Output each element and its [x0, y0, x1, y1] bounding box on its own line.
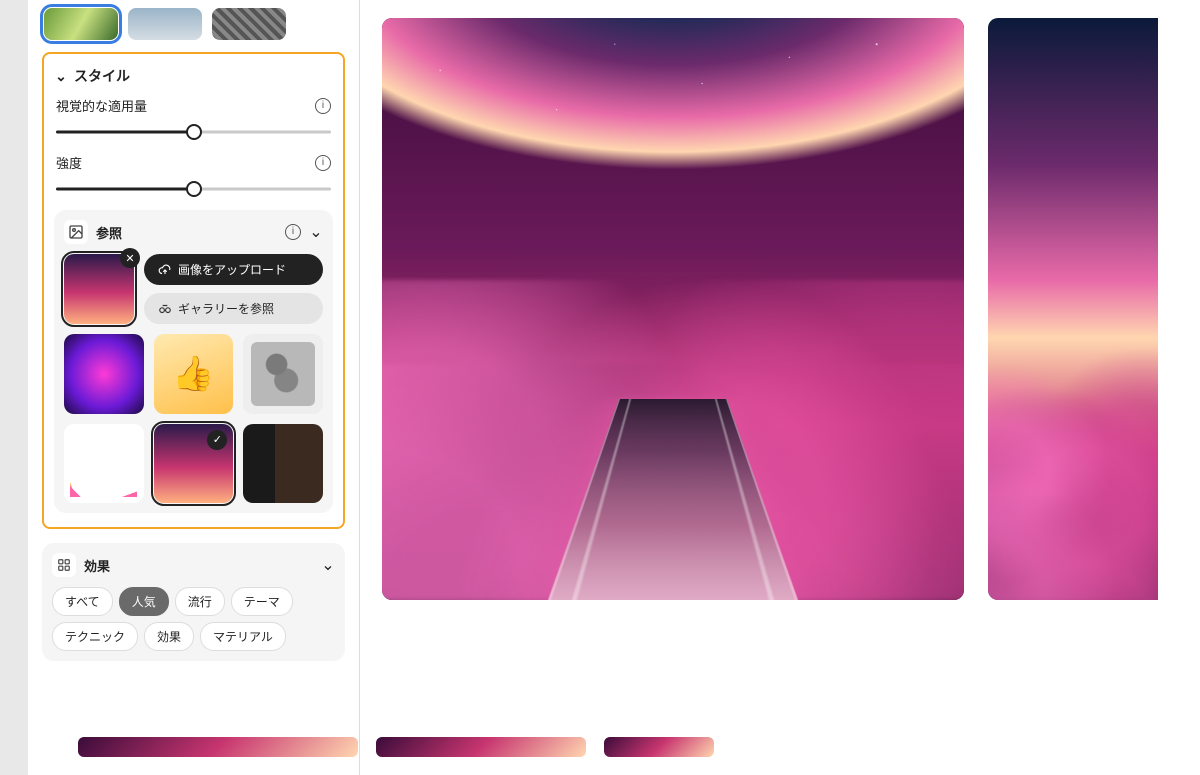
effects-chip[interactable]: マテリアル	[200, 622, 286, 651]
upload-cloud-icon	[158, 263, 172, 277]
aspect-thumb-1[interactable]	[44, 8, 118, 40]
chevron-down-icon[interactable]: ⌄	[309, 222, 323, 242]
style-section-title: スタイル	[74, 66, 130, 86]
sidebar: ⌄ スタイル 視覚的な適用量 i 強度 i	[28, 0, 360, 775]
reference-gallery: ✓	[64, 334, 323, 503]
result-thumb[interactable]	[376, 737, 586, 757]
effects-chip[interactable]: すべて	[52, 587, 113, 616]
effects-chip[interactable]: テクニック	[52, 622, 138, 651]
aspect-thumbnails	[42, 8, 345, 40]
aspect-thumb-3[interactable]	[212, 8, 286, 40]
chevron-down-icon: ⌄	[54, 68, 68, 85]
binoculars-icon	[158, 302, 172, 316]
reference-thumbnail-selected[interactable]: ✕	[64, 254, 134, 324]
browse-gallery-label: ギャラリーを参照	[178, 300, 274, 317]
gallery-item-selected[interactable]: ✓	[154, 424, 234, 504]
chevron-down-icon[interactable]: ⌄	[321, 555, 335, 575]
gallery-item[interactable]	[64, 424, 144, 504]
visual-amount-slider[interactable]	[54, 121, 333, 143]
reference-card: 参照 i ⌄ ✕ 画像をアップロード	[54, 210, 333, 513]
upload-image-label: 画像をアップロード	[178, 261, 286, 278]
result-thumbnails	[360, 737, 1200, 757]
effects-card: 効果 ⌄ すべて人気流行テーマテクニック効果マテリアル	[42, 543, 345, 661]
effects-chip[interactable]: テーマ	[231, 587, 293, 616]
upload-image-button[interactable]: 画像をアップロード	[144, 254, 323, 285]
info-icon[interactable]: i	[315, 98, 331, 114]
image-icon	[64, 220, 88, 244]
gallery-item[interactable]	[64, 334, 144, 414]
effects-title: 効果	[84, 556, 110, 575]
info-icon[interactable]: i	[315, 155, 331, 171]
effects-chip-row: すべて人気流行テーマテクニック効果マテリアル	[52, 587, 335, 651]
generated-image-1[interactable]	[382, 18, 964, 600]
reference-title: 参照	[96, 223, 122, 242]
gallery-item[interactable]	[154, 334, 234, 414]
strength-label: 強度	[56, 153, 82, 172]
generated-image-2[interactable]	[988, 18, 1158, 600]
effects-chip[interactable]: 人気	[119, 587, 169, 616]
strength-slider[interactable]	[54, 178, 333, 200]
app-root: ⌄ スタイル 視覚的な適用量 i 強度 i	[28, 0, 1200, 775]
style-section-header[interactable]: ⌄ スタイル	[54, 66, 333, 86]
grid-icon	[52, 553, 76, 577]
aspect-thumb-2[interactable]	[128, 8, 202, 40]
style-panel: ⌄ スタイル 視覚的な適用量 i 強度 i	[42, 52, 345, 529]
info-icon[interactable]: i	[285, 224, 301, 240]
effects-chip[interactable]: 流行	[175, 587, 225, 616]
gallery-item[interactable]	[243, 424, 323, 504]
effects-chip[interactable]: 効果	[144, 622, 194, 651]
main-canvas	[360, 0, 1200, 775]
gallery-item[interactable]	[243, 334, 323, 414]
remove-reference-icon[interactable]: ✕	[120, 248, 140, 268]
visual-amount-label: 視覚的な適用量	[56, 96, 147, 115]
browse-gallery-button[interactable]: ギャラリーを参照	[144, 293, 323, 324]
result-thumb[interactable]	[604, 737, 714, 757]
check-icon: ✓	[207, 430, 227, 450]
